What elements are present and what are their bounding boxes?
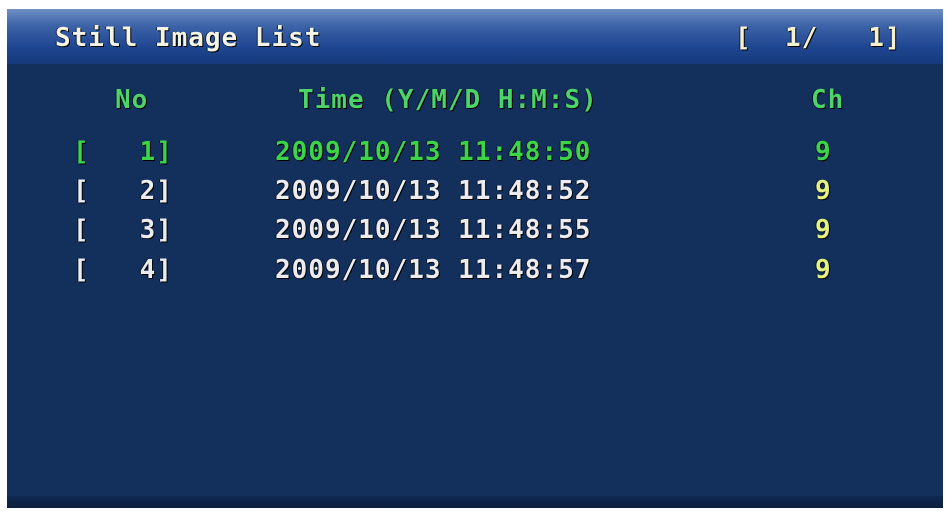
column-header-no: No — [115, 85, 149, 115]
row-number: [ 3] — [73, 215, 173, 245]
row-channel: 9 — [815, 255, 832, 285]
row-number: [ 1] — [73, 137, 173, 167]
row-time: 2009/10/13 11:48:52 — [275, 176, 592, 206]
row-channel: 9 — [815, 215, 832, 245]
still-image-list-screen: Still Image List [ 1/ 1] No Time (Y/M/D … — [7, 9, 943, 508]
title-bar: Still Image List [ 1/ 1] — [7, 9, 943, 64]
page-indicator: [ 1/ 1] — [735, 23, 902, 53]
row-time: 2009/10/13 11:48:55 — [275, 215, 592, 245]
row-time: 2009/10/13 11:48:50 — [275, 137, 592, 167]
row-number: [ 4] — [73, 255, 173, 285]
page-title: Still Image List — [55, 23, 322, 53]
row-number: [ 2] — [73, 176, 173, 206]
row-channel: 9 — [815, 137, 832, 167]
row-channel: 9 — [815, 176, 832, 206]
column-header-time: Time (Y/M/D H:M:S) — [298, 85, 598, 115]
column-header-ch: Ch — [811, 85, 845, 115]
row-time: 2009/10/13 11:48:57 — [275, 255, 592, 285]
